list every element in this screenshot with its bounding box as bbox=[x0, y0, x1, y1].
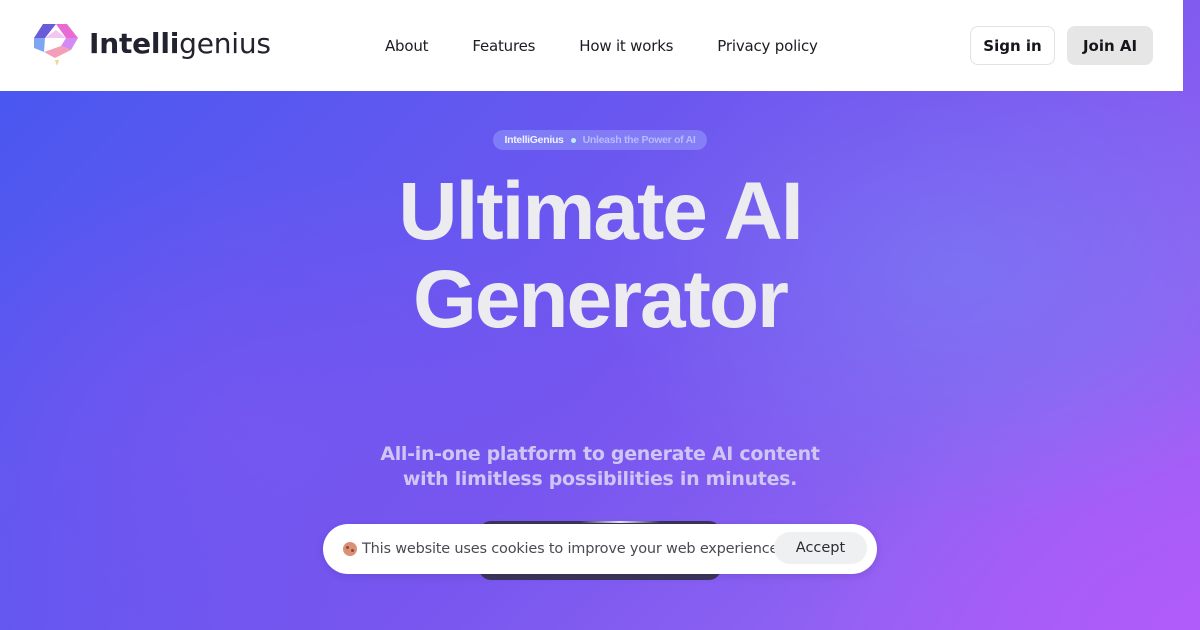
badge-brand: IntelliGenius bbox=[504, 134, 564, 146]
nav-privacy-policy[interactable]: Privacy policy bbox=[717, 37, 818, 55]
brand-name: Intelligenius bbox=[89, 27, 271, 60]
hero-subtitle-line-1: All-in-one platform to generate AI conte… bbox=[380, 443, 820, 465]
hexagon-play-logo-icon bbox=[34, 24, 78, 66]
badge-tagline: Unleash the Power of AI bbox=[582, 134, 696, 146]
accept-cookies-button[interactable]: Accept bbox=[774, 532, 867, 564]
nav-how-it-works[interactable]: How it works bbox=[579, 37, 673, 55]
hero-title-line-1: Ultimate AI bbox=[398, 166, 803, 257]
hero-title: Ultimate AI Generator bbox=[300, 168, 900, 344]
cookie-banner: This website uses cookies to improve you… bbox=[323, 524, 877, 574]
hero-subtitle-line-2: with limitless possibilities in minutes. bbox=[402, 468, 798, 490]
cookie-icon bbox=[343, 542, 357, 556]
brand-logo[interactable]: Intelligenius bbox=[31, 18, 271, 68]
main-nav: About Features How it works Privacy poli… bbox=[385, 37, 862, 55]
brand-name-bold: Intelli bbox=[89, 26, 180, 60]
join-ai-button[interactable]: Join AI bbox=[1067, 26, 1153, 65]
hero-subtitle: All-in-one platform to generate AI conte… bbox=[350, 442, 850, 492]
brand-name-light: genius bbox=[179, 26, 271, 60]
hero-title-line-2: Generator bbox=[413, 254, 789, 345]
top-navigation-bar: Intelligenius About Features How it work… bbox=[0, 0, 1183, 91]
nav-features[interactable]: Features bbox=[472, 37, 535, 55]
cookie-message: This website uses cookies to improve you… bbox=[362, 541, 783, 557]
hero-badge: IntelliGenius Unleash the Power of AI bbox=[493, 130, 707, 150]
nav-about[interactable]: About bbox=[385, 37, 429, 55]
badge-dot-icon bbox=[570, 137, 576, 143]
sign-in-button[interactable]: Sign in bbox=[970, 26, 1055, 65]
cta-glow-decoration bbox=[580, 521, 660, 523]
